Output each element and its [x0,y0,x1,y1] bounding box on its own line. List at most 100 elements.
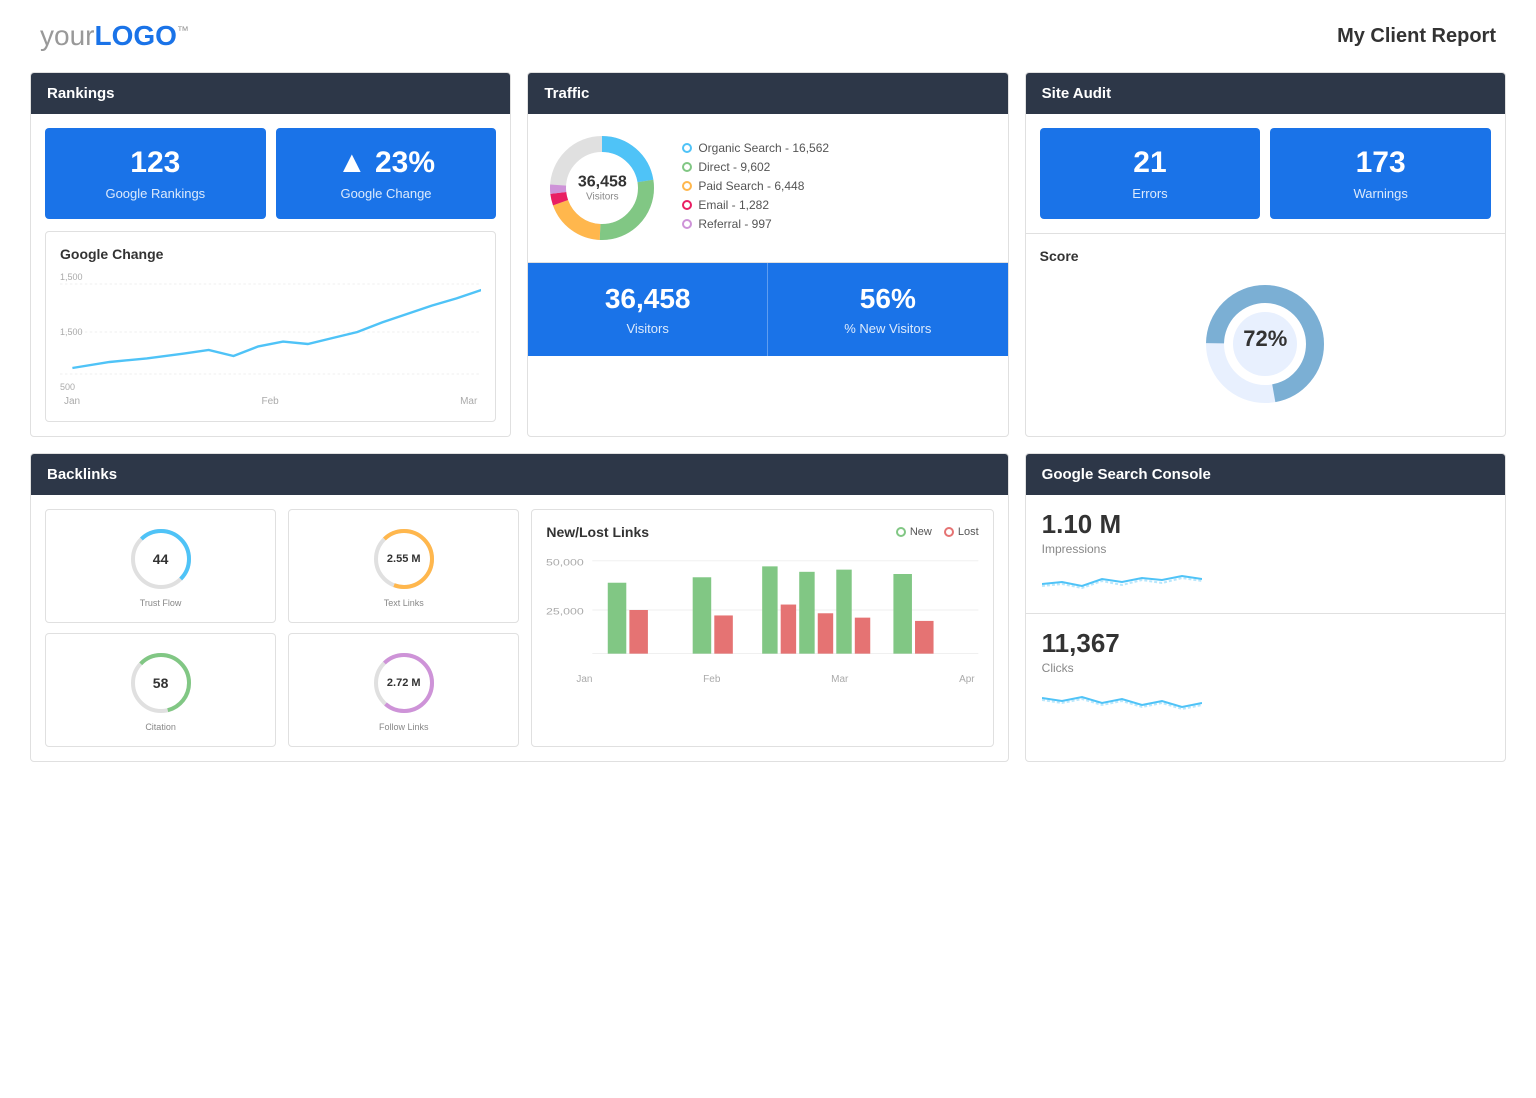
warnings-label: Warnings [1284,186,1477,201]
traffic-donut-sub: Visitors [578,192,627,203]
bar-chart-area: 50,000 25,000 [546,550,978,670]
legend-label-direct: Direct - 9,602 [698,160,770,174]
legend-dot-lost [944,527,954,537]
backlinks-header: Backlinks [31,454,1008,495]
trust-flow-label: Trust Flow [140,598,182,608]
traffic-new-visitors-stat: 56% % New Visitors [768,263,1008,356]
svg-text:50,000: 50,000 [546,558,584,568]
traffic-visitors-label: Visitors [542,321,753,336]
trust-flow-ring: 44 [126,524,196,594]
traffic-donut-center: 36,458 Visitors [578,174,627,203]
rankings-stat-boxes: 123 Google Rankings ▲ 23% Google Change [45,128,496,219]
report-title: My Client Report [1337,25,1496,48]
traffic-donut-value: 36,458 [578,174,627,192]
google-change-label: Google Change [290,186,483,201]
legend-referral: Referral - 997 [682,217,829,231]
errors-value: 21 [1054,146,1247,180]
errors-label: Errors [1054,186,1247,201]
legend-label-lost: Lost [958,526,979,538]
warnings-stat: 173 Warnings [1270,128,1491,219]
traffic-stat-boxes: 36,458 Visitors 56% % New Visitors [528,263,1007,356]
warnings-value: 173 [1284,146,1477,180]
legend-dot-direct [682,162,692,172]
legend-dot-paid [682,181,692,191]
bar-x-feb: Feb [703,674,720,685]
rankings-card: Rankings 123 Google Rankings ▲ 23% Googl… [30,72,511,437]
backlink-circles-2: 2.55 M Text Links 2.72 M [288,509,519,747]
traffic-visitors-stat: 36,458 Visitors [528,263,768,356]
legend-label-new: New [910,526,932,538]
score-donut: 72% [1040,274,1491,404]
google-change-value: ▲ 23% [290,146,483,180]
citation-label: Citation [145,722,176,732]
clicks-value: 11,367 [1042,628,1489,659]
bar-chart-title: New/Lost Links [546,524,649,540]
citation-center: 58 [153,675,169,691]
gsc-header: Google Search Console [1026,454,1505,495]
x-label-feb: Feb [261,396,278,407]
logo-light: your [40,20,94,51]
trust-flow-center: 44 [153,551,169,567]
traffic-visitors-value: 36,458 [542,283,753,315]
text-links-stat: 2.55 M Text Links [288,509,519,623]
legend-label-organic: Organic Search - 16,562 [698,141,829,155]
score-box: Score 72% [1026,234,1505,418]
rankings-line-chart: 1,500 1,500 500 [60,272,481,392]
legend-dot-email [682,200,692,210]
bar-x-labels: Jan Feb Mar Apr [546,674,978,685]
traffic-legend: Organic Search - 16,562 Direct - 9,602 P… [682,141,829,236]
legend-label-referral: Referral - 997 [698,217,771,231]
page-header: yourLOGO™ My Client Report [30,20,1506,52]
impressions-sparkline [1042,564,1489,599]
legend-new: New [896,526,932,538]
google-rankings-stat: 123 Google Rankings [45,128,266,219]
legend-organic: Organic Search - 16,562 [682,141,829,155]
follow-links-center: 2.72 M [387,677,421,689]
rankings-header: Rankings [31,73,510,114]
traffic-header: Traffic [528,73,1007,114]
citation-stat: 58 Citation [45,633,276,747]
google-rankings-value: 123 [59,146,252,180]
bar-chart-header: New/Lost Links New Lost [546,524,978,540]
legend-lost: Lost [944,526,979,538]
legend-dot-referral [682,219,692,229]
errors-stat: 21 Errors [1040,128,1261,219]
score-center: 72% [1243,326,1287,352]
bar-x-jan: Jan [576,674,592,685]
legend-dot-new [896,527,906,537]
citation-value: 58 [153,675,169,691]
rankings-chart-box: Google Change 1,500 1,500 500 [45,231,496,422]
site-audit-stats: 21 Errors 173 Warnings [1026,114,1505,234]
traffic-new-visitors-label: % New Visitors [782,321,994,336]
svg-text:25,000: 25,000 [546,607,584,617]
x-label-mar: Mar [460,396,477,407]
traffic-donut-row: 36,458 Visitors Organic Search - 16,562 … [528,114,1007,263]
gsc-section: 1.10 M Impressions 11,367 Clicks [1026,495,1505,732]
rankings-body: 123 Google Rankings ▲ 23% Google Change … [31,114,510,436]
backlinks-card: Backlinks 44 Trust Flow [30,453,1009,762]
text-links-label: Text Links [384,598,424,608]
gsc-card: Google Search Console 1.10 M Impressions… [1025,453,1506,762]
legend-dot-organic [682,143,692,153]
google-change-stat: ▲ 23% Google Change [276,128,497,219]
legend-direct: Direct - 9,602 [682,160,829,174]
backlink-circles-1: 44 Trust Flow 58 Cit [45,509,276,747]
follow-links-ring: 2.72 M [369,648,439,718]
legend-label-email: Email - 1,282 [698,198,769,212]
impressions-sparkline-svg [1042,564,1202,594]
traffic-new-visitors-value: 56% [782,283,994,315]
impressions-label: Impressions [1042,542,1489,556]
follow-links-value: 2.72 M [387,677,421,689]
impressions-stat: 1.10 M Impressions [1026,495,1505,614]
rankings-chart-title: Google Change [60,246,481,262]
backlinks-body: 44 Trust Flow 58 Cit [31,495,1008,761]
rankings-x-labels: Jan Feb Mar [60,396,481,407]
bar-chart-svg: 50,000 25,000 [546,550,978,670]
x-label-jan: Jan [64,396,80,407]
site-audit-header: Site Audit [1026,73,1505,114]
clicks-stat: 11,367 Clicks [1026,614,1505,732]
main-grid: Rankings 123 Google Rankings ▲ 23% Googl… [30,72,1506,762]
legend-email: Email - 1,282 [682,198,829,212]
score-title: Score [1040,248,1491,264]
trust-flow-value: 44 [153,551,169,567]
